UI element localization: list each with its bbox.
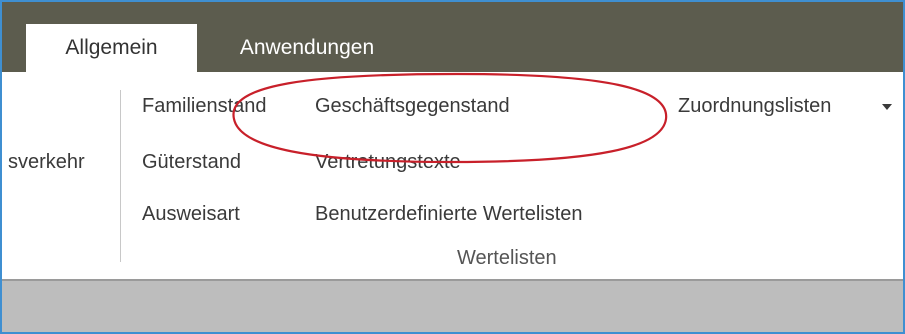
status-area bbox=[2, 281, 903, 332]
partial-command-verkehr[interactable]: sverkehr bbox=[8, 150, 85, 174]
vertretungstexte-button[interactable]: Vertretungstexte bbox=[315, 150, 461, 174]
geschaeftsgegenstand-button[interactable]: Geschäftsgegenstand bbox=[315, 94, 510, 118]
group-label-wertelisten: Wertelisten bbox=[457, 247, 557, 269]
gueterstand-button[interactable]: Güterstand bbox=[142, 150, 241, 174]
familienstand-button[interactable]: Familienstand bbox=[142, 94, 267, 118]
tab-allgemein[interactable]: Allgemein bbox=[26, 24, 197, 72]
ribbon-tab-bar: Allgemein Anwendungen bbox=[2, 2, 903, 72]
zuordnungslisten-dropdown[interactable]: Zuordnungslisten bbox=[678, 94, 831, 118]
group-separator bbox=[120, 90, 121, 262]
app-window: Allgemein Anwendungen sverkehr Familiens… bbox=[0, 0, 905, 334]
tab-anwendungen[interactable]: Anwendungen bbox=[212, 24, 402, 72]
chevron-down-icon[interactable] bbox=[882, 104, 892, 110]
ausweisart-button[interactable]: Ausweisart bbox=[142, 202, 240, 226]
benutzerdefinierte-wertelisten-button[interactable]: Benutzerdefinierte Wertelisten bbox=[315, 202, 583, 226]
